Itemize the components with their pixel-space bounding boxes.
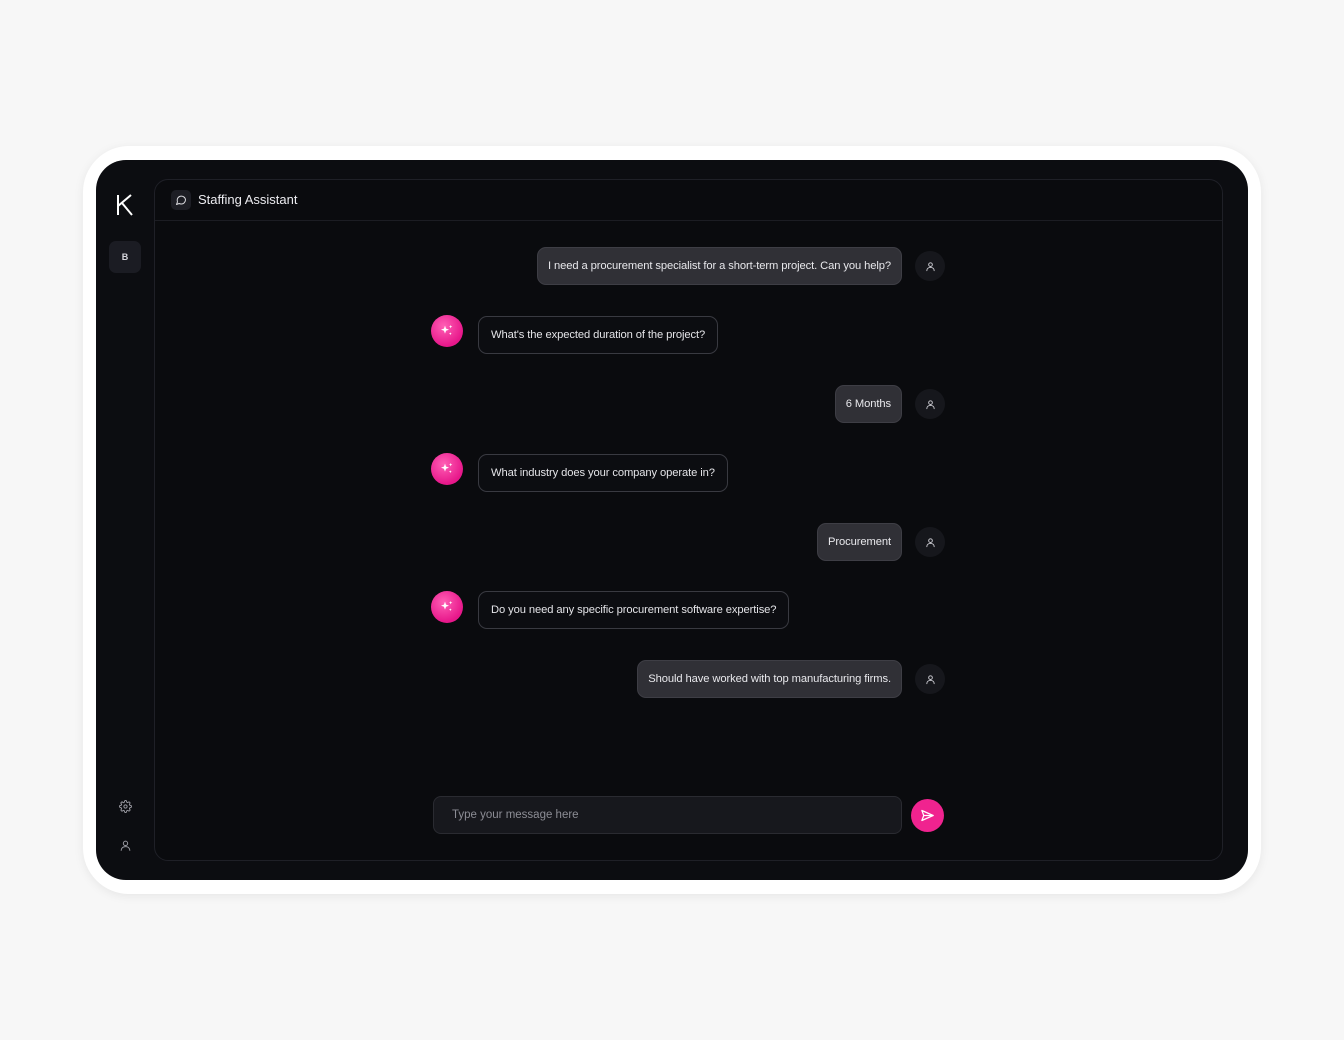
workspace-badge-label: B <box>121 252 129 262</box>
message-input[interactable] <box>433 796 902 834</box>
sparkles-icon <box>441 463 453 473</box>
assistant-message: What's the expected duration of the proj… <box>478 316 719 354</box>
send-icon <box>921 809 934 822</box>
assistant-avatar <box>431 453 463 485</box>
user-avatar <box>915 251 945 281</box>
user-icon <box>925 537 935 547</box>
profile-button[interactable] <box>116 836 134 854</box>
message-text: Do you need any specific procurement sof… <box>491 604 777 616</box>
user-message: I need a procurement specialist for a sh… <box>537 247 902 285</box>
assistant-message: What industry does your company operate … <box>478 454 728 492</box>
chat-header-icon-wrap <box>171 190 191 210</box>
message-text: 6 Months <box>845 398 891 410</box>
user-avatar <box>915 389 945 419</box>
page-title: Staffing Assistant <box>198 192 298 207</box>
message-text: I need a procurement specialist for a sh… <box>548 260 891 272</box>
sidebar: B <box>96 160 154 880</box>
message-text: Should have worked with top manufacturin… <box>648 673 891 685</box>
chat-bubble-icon <box>176 195 187 205</box>
gear-icon <box>118 799 132 813</box>
settings-button[interactable] <box>116 797 134 815</box>
user-icon <box>925 674 935 684</box>
assistant-avatar <box>431 591 463 623</box>
message-text: What's the expected duration of the proj… <box>491 329 706 341</box>
user-avatar <box>915 527 945 557</box>
chat-header: Staffing Assistant <box>155 180 1222 221</box>
assistant-avatar <box>431 315 463 347</box>
app-window: B Staffing Assistant I need a procuremen… <box>96 160 1248 880</box>
user-message: Procurement <box>817 523 902 561</box>
user-icon <box>925 399 935 409</box>
user-avatar <box>915 664 945 694</box>
user-icon <box>120 840 130 851</box>
message-text: What industry does your company operate … <box>491 467 715 479</box>
assistant-message: Do you need any specific procurement sof… <box>478 591 790 629</box>
k-logo-icon[interactable] <box>114 190 136 220</box>
user-message: 6 Months <box>834 385 902 423</box>
sparkles-icon <box>441 601 453 611</box>
workspace-badge[interactable]: B <box>109 241 141 273</box>
message-text: Procurement <box>828 536 891 548</box>
send-button[interactable] <box>911 799 944 832</box>
user-icon <box>925 261 935 271</box>
chat-panel: Staffing Assistant I need a procurement … <box>154 179 1223 861</box>
sparkles-icon <box>441 325 453 335</box>
user-message: Should have worked with top manufacturin… <box>637 660 902 698</box>
